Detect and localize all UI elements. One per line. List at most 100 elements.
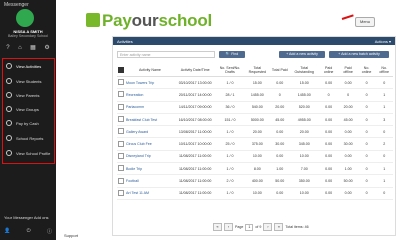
col-total-outstanding[interactable]: Total Outstanding [289,64,319,77]
cell-paid-offline: 30.00 [338,137,358,151]
find-button[interactable]: 🔍 Find [219,51,245,58]
user-icon[interactable]: 👤 [4,228,10,235]
support-link[interactable]: Support [64,233,78,238]
col-total-requested[interactable]: Total Requested [244,64,271,77]
table-row[interactable]: Bodie Trip 11/08/2017 11:00:00 1 / 0 8.00 1.… [117,162,393,176]
col-activity-date[interactable]: Activity Date/Time [174,64,216,77]
cell-sent: 1 / 0 [215,150,245,164]
next-page-button[interactable]: › [263,223,273,231]
sidebar-item-view-parents[interactable]: View Parents [6,90,40,100]
row-checkbox[interactable] [117,174,125,188]
col-no-offline[interactable]: No. offline [375,64,393,77]
cell-paid-offline: 0 [338,88,358,102]
sidebar-item-view-activities[interactable]: View Activities [6,61,41,71]
row-checkbox[interactable] [117,162,125,176]
sidebar-item-view-students[interactable]: View Students [6,76,42,86]
add-batch-activity-button[interactable]: + Add a new batch activity [329,51,389,58]
page-number-input[interactable]: 1 [245,223,254,231]
home-icon[interactable]: ⌂ [18,44,22,53]
activity-name-link[interactable]: Bodie Trip [125,162,175,176]
cell-date: 11/08/2017 11:00:00 [174,174,216,188]
parents-icon [6,92,12,98]
col-sent-drafts[interactable]: No. Sent/No. Drafts [215,64,245,77]
cell-outstanding: 4955.00 [289,113,319,127]
settings-icon[interactable]: ⚙ [44,44,49,53]
col-activity-name[interactable]: Activity Name [125,64,175,77]
first-page-button[interactable]: « [213,223,222,231]
cell-no-offline: 1 [375,174,393,188]
col-paid-online[interactable]: Paid online [318,64,339,77]
cell-paid-online: 0.00 [318,174,339,188]
col-total-paid[interactable]: Total Paid [270,64,290,77]
cell-no-offline: 0 [375,76,393,90]
row-checkbox[interactable] [117,150,125,164]
cell-paid-online: 0.00 [318,113,339,127]
col-paid-offline[interactable]: Paid offline [338,64,358,77]
avatar[interactable] [16,9,34,27]
table-row[interactable]: Disneyland Trip 11/08/2017 11:00:00 1 / 01… [117,150,393,164]
table-row[interactable]: Art Test 11 AM 11/08/2017 11:00:00 1 / 0 10… [117,187,393,200]
table-row[interactable]: Parlacomm 14/11/2017 09:00:00 36 / 0 540.00… [117,101,393,114]
table-row[interactable]: Circus Club Fee 10/11/2017 10:00:00 25 / 0… [117,137,393,151]
grid-icon[interactable]: ▦ [30,44,36,53]
last-page-button[interactable]: » [274,223,284,231]
prev-page-button[interactable]: ‹ [224,223,233,231]
row-checkbox[interactable] [117,125,125,139]
activity-name-link[interactable]: Moon Towers Trip [125,76,175,90]
cell-date: 10/11/2017 10:00:00 [174,137,216,151]
add-activity-button[interactable]: + Add a new activity [279,51,325,58]
cell-no-online: 0 [357,150,376,164]
help-icon[interactable]: ? [6,44,9,53]
total-items: Total items: 46 [285,225,309,229]
cell-sent: 1 / 0 [215,162,245,176]
search-input[interactable]: Enter activity name [117,51,215,58]
menu-button[interactable]: Menu [355,17,375,27]
table-row[interactable]: Moon Towers Trip 03/10/2017 13:00:00 1 / 0… [117,76,393,90]
info-icon[interactable]: ⓘ [47,228,52,235]
table-row[interactable]: Football 11/08/2017 11:00:00 2 / 0 400.00 50… [117,174,393,188]
activity-name-link[interactable]: Circus Club Fee [125,137,175,151]
cell-no-offline: 0 [375,125,393,139]
activity-name-link[interactable]: Breakfast Club Test [125,113,175,127]
activity-name-link[interactable]: Recreation [125,88,175,102]
sidebar-footer-icons: 👤 ⏻ ⓘ [4,228,52,235]
brand-logo[interactable]: Payourschool [102,11,212,31]
sidebar-item-view-school-profile[interactable]: View School Profile [6,148,50,158]
cell-outstanding: 20.00 [289,125,319,139]
row-checkbox[interactable] [117,101,125,114]
activity-name-link[interactable]: Disneyland Trip [125,150,175,164]
cell-paid-offline: 0.00 [338,125,358,139]
select-all-checkbox[interactable] [117,64,125,77]
cell-paid-offline: 20.00 [338,101,358,114]
cell-sent: 25 / 0 [215,137,245,151]
sidebar-item-school-reports[interactable]: School Reports [6,133,43,143]
table-row[interactable]: Recreation 20/11/2017 14:00:00 28 / 1 1455.… [117,88,393,102]
table-row[interactable]: Gallery Award 13/08/2017 11:00:00 1 / 0 20.… [117,125,393,139]
cell-sent: 28 / 1 [215,88,245,102]
activity-name-link[interactable]: Football [125,174,175,188]
table-row[interactable]: Breakfast Club Test 16/10/2017 08:00:00 15… [117,113,393,127]
actions-dropdown[interactable]: Actions ▾ [375,39,391,44]
cell-requested: 15.00 [244,76,271,90]
power-icon[interactable]: ⏻ [27,228,31,235]
row-checkbox[interactable] [117,76,125,90]
logo-part-our: our [131,11,159,30]
cell-paid-online: 0.00 [318,150,339,164]
activity-name-link[interactable]: Art Test 11 AM [125,187,175,200]
cell-date: 11/08/2017 11:00:00 [174,150,216,164]
cell-paid-offline: 0.00 [338,150,358,164]
row-checkbox[interactable] [117,187,125,200]
sidebar-item-pay-by-cash[interactable]: Pay by Cash [6,118,39,128]
cash-icon [6,120,12,126]
cell-requested: 540.00 [244,101,271,114]
activity-name-link[interactable]: Parlacomm [125,101,175,114]
row-checkbox[interactable] [117,88,125,102]
col-no-online[interactable]: No. online [357,64,376,77]
activity-name-link[interactable]: Gallery Award [125,125,175,139]
sidebar: Messenger NISSA A SMITH Bailey Secondary… [0,0,56,240]
cell-no-online: 0 [357,125,376,139]
cell-paid-online: 0.00 [318,187,339,200]
sidebar-item-view-groups[interactable]: View Groups [6,104,39,114]
row-checkbox[interactable] [117,137,125,151]
row-checkbox[interactable] [117,113,125,127]
